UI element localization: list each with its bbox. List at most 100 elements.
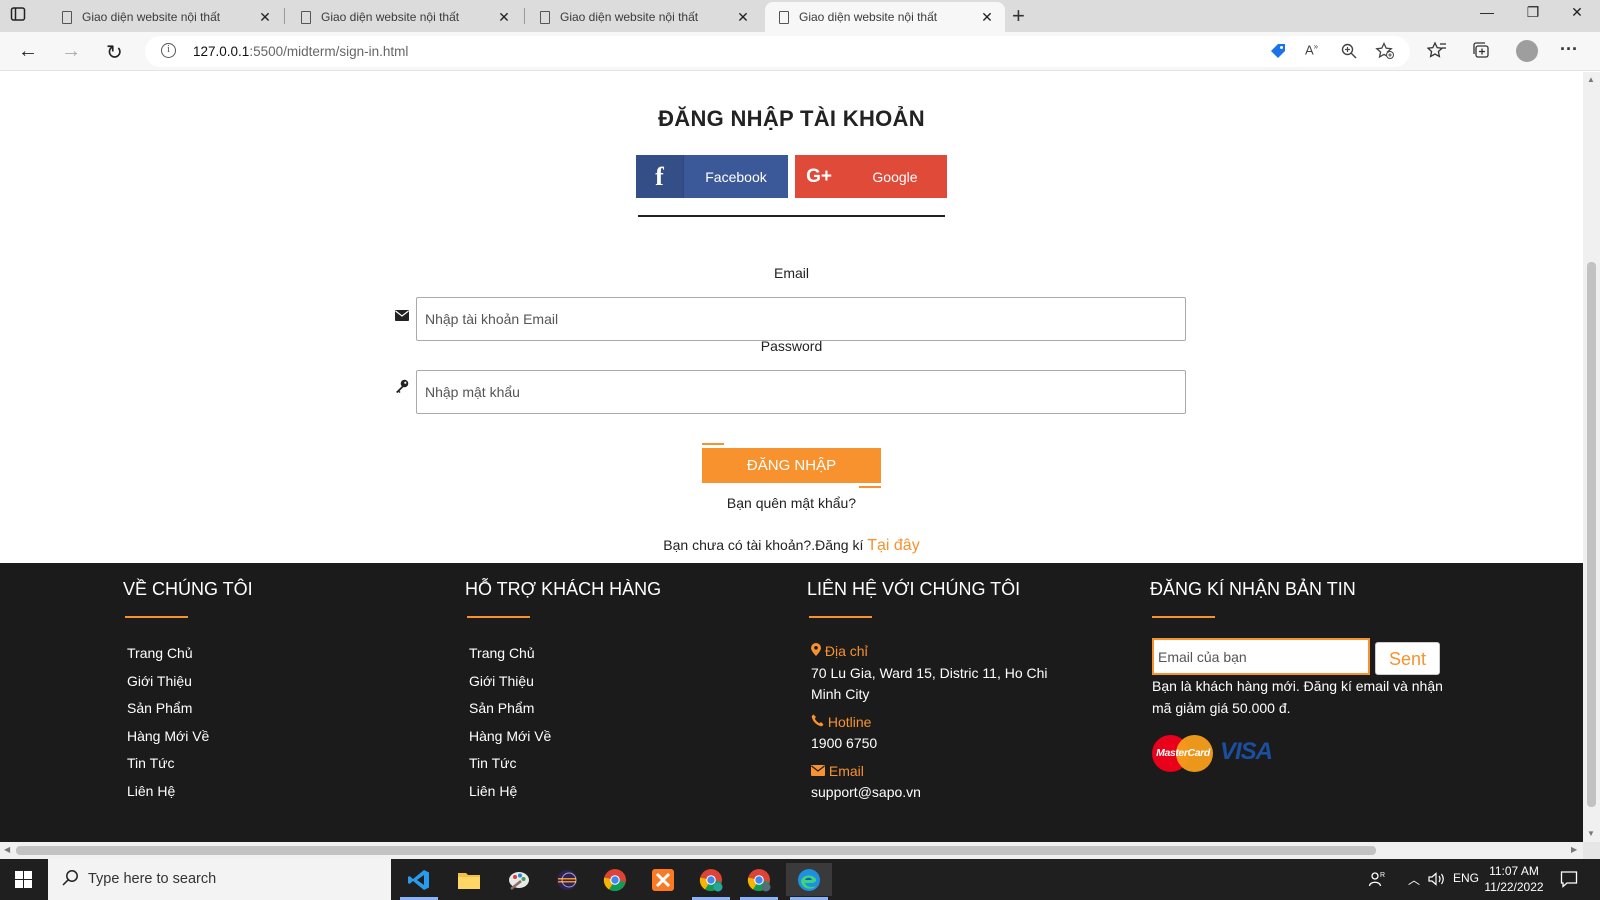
facebook-login-button[interactable]: f Facebook	[636, 155, 788, 198]
newsletter-email-input[interactable]	[1152, 638, 1370, 675]
tab-actions-icon[interactable]	[10, 6, 34, 26]
email-field[interactable]	[416, 297, 1186, 341]
mastercard-text: MasterCard	[1156, 747, 1210, 759]
phone-icon	[811, 714, 824, 726]
edge-icon[interactable]	[786, 863, 832, 900]
visa-logo: VISA	[1220, 738, 1273, 765]
windows-start-icon[interactable]	[15, 871, 32, 888]
more-menu-icon[interactable]: ···	[1560, 39, 1578, 60]
footer-link[interactable]: Hàng Mới Về	[127, 723, 209, 751]
vscode-icon[interactable]	[396, 863, 442, 900]
browser-tab-1[interactable]: Giao diện website nội thất ✕	[48, 2, 283, 32]
browser-tab-2[interactable]: Giao diện website nội thất ✕	[287, 2, 522, 32]
site-info-icon[interactable]: i	[161, 43, 176, 58]
footer-link[interactable]: Sản Phẩm	[469, 695, 551, 723]
hotline-value: 1900 6750	[811, 735, 878, 751]
button-decoration	[859, 486, 881, 488]
read-aloud-icon[interactable]: A»	[1305, 42, 1318, 57]
heading-underline	[467, 616, 530, 618]
forgot-password-link[interactable]: Bạn quên mật khẩu?	[0, 495, 1583, 511]
scroll-up-icon[interactable]: ▲	[1587, 75, 1595, 84]
back-button[interactable]: ←	[18, 40, 38, 63]
zoom-icon[interactable]	[1340, 42, 1358, 60]
tray-chevron-up-icon[interactable]: ︿	[1408, 871, 1420, 888]
document-icon	[62, 10, 72, 24]
newsletter-submit-button[interactable]: Sent	[1375, 642, 1440, 675]
url-path: :5500/midterm/sign-in.html	[249, 44, 409, 59]
close-window-button[interactable]: ✕	[1554, 4, 1600, 21]
tab-close-icon[interactable]: ✕	[257, 9, 273, 26]
footer-link[interactable]: Hàng Mới Về	[469, 723, 551, 751]
taskbar-search-placeholder: Type here to search	[88, 871, 217, 887]
url-bar[interactable]: i 127.0.0.1:5500/midterm/sign-in.html A»	[145, 36, 1410, 67]
footer-heading: VỀ CHÚNG TÔI	[123, 579, 253, 599]
xampp-icon[interactable]	[640, 863, 686, 896]
email-label-row: Email	[811, 761, 1071, 783]
tab-close-icon[interactable]: ✕	[979, 9, 995, 26]
input-language[interactable]: ENG	[1453, 871, 1479, 885]
people-icon[interactable]: R	[1368, 870, 1386, 888]
volume-icon[interactable]	[1428, 872, 1446, 886]
footer-link[interactable]: Giới Thiệu	[469, 668, 551, 696]
footer-link[interactable]: Trang Chủ	[127, 640, 209, 668]
map-marker-icon	[811, 643, 821, 656]
notification-icon[interactable]	[1560, 870, 1578, 888]
hotline-label-row: Hotline	[811, 712, 1071, 734]
vertical-scrollbar[interactable]: ▲ ▼	[1583, 72, 1600, 842]
add-favorite-icon[interactable]	[1375, 42, 1395, 60]
scrollbar-thumb[interactable]	[1587, 262, 1596, 807]
url-host: 127.0.0.1	[193, 44, 250, 59]
footer-link[interactable]: Liên Hệ	[127, 778, 209, 806]
tab-close-icon[interactable]: ✕	[735, 9, 751, 26]
scroll-left-icon[interactable]: ◀	[4, 845, 10, 854]
browser-tab-4-active[interactable]: Giao diện website nội thất ✕	[765, 2, 1005, 32]
chrome-profile-icon[interactable]	[688, 863, 734, 900]
paint-app-icon[interactable]	[496, 863, 542, 896]
footer-link[interactable]: Trang Chủ	[469, 640, 551, 668]
horizontal-scrollbar[interactable]: ◀ ▶	[0, 842, 1583, 859]
footer-link[interactable]: Tin Tức	[127, 750, 209, 778]
facebook-icon: f	[636, 155, 684, 198]
footer-link[interactable]: Sản Phẩm	[127, 695, 209, 723]
windows-taskbar: Type here to search R ︿ ENG 11:07 AM 11/…	[0, 859, 1600, 900]
footer-link[interactable]: Tin Tức	[469, 750, 551, 778]
browser-tab-3[interactable]: Giao diện website nội thất ✕	[526, 2, 761, 32]
key-icon	[396, 379, 409, 393]
reload-button[interactable]: ↻	[106, 40, 123, 65]
email-label: Email	[773, 265, 809, 281]
tab-close-icon[interactable]: ✕	[496, 9, 512, 26]
restore-button[interactable]: ❐	[1510, 4, 1556, 21]
scroll-down-icon[interactable]: ▼	[1587, 829, 1595, 838]
file-explorer-icon[interactable]	[446, 863, 492, 896]
profile-avatar-icon[interactable]	[1516, 40, 1538, 62]
new-tab-button[interactable]: +	[1012, 3, 1025, 29]
google-login-button[interactable]: G+ Google	[795, 155, 947, 198]
heading-underline	[1152, 616, 1215, 618]
login-submit-button[interactable]: ĐĂNG NHẬP	[702, 448, 881, 483]
document-icon	[779, 10, 789, 24]
coupon-tag-icon[interactable]	[1269, 42, 1287, 60]
clock-date: 11/22/2022	[1484, 880, 1544, 894]
footer-heading: ĐĂNG KÍ NHẬN BẢN TIN	[1150, 579, 1356, 599]
address-label: Địa chỉ	[824, 643, 868, 659]
register-link[interactable]: Tại đây	[867, 537, 919, 554]
url-text[interactable]: 127.0.0.1:5500/midterm/sign-in.html	[193, 44, 408, 59]
envelope-icon	[811, 764, 825, 776]
eclipse-icon[interactable]	[544, 863, 590, 896]
password-field[interactable]	[416, 370, 1186, 414]
google-label: Google	[872, 168, 918, 185]
forward-button[interactable]: →	[61, 40, 81, 63]
footer-link[interactable]: Giới Thiệu	[127, 668, 209, 696]
scroll-right-icon[interactable]: ▶	[1571, 845, 1577, 854]
taskbar-clock[interactable]: 11:07 AM 11/22/2022	[1478, 863, 1550, 895]
heading-underline	[125, 616, 188, 618]
minimize-button[interactable]: —	[1464, 4, 1510, 20]
taskbar-search-box[interactable]: Type here to search	[48, 859, 391, 900]
google-plus-icon: G+	[806, 165, 832, 187]
favorites-icon[interactable]	[1427, 41, 1447, 61]
scrollbar-thumb[interactable]	[16, 846, 1376, 855]
collections-icon[interactable]	[1471, 41, 1491, 61]
chrome-icon[interactable]	[592, 863, 638, 896]
footer-link[interactable]: Liên Hệ	[469, 778, 551, 806]
chrome-profile-2-icon[interactable]	[736, 863, 782, 900]
